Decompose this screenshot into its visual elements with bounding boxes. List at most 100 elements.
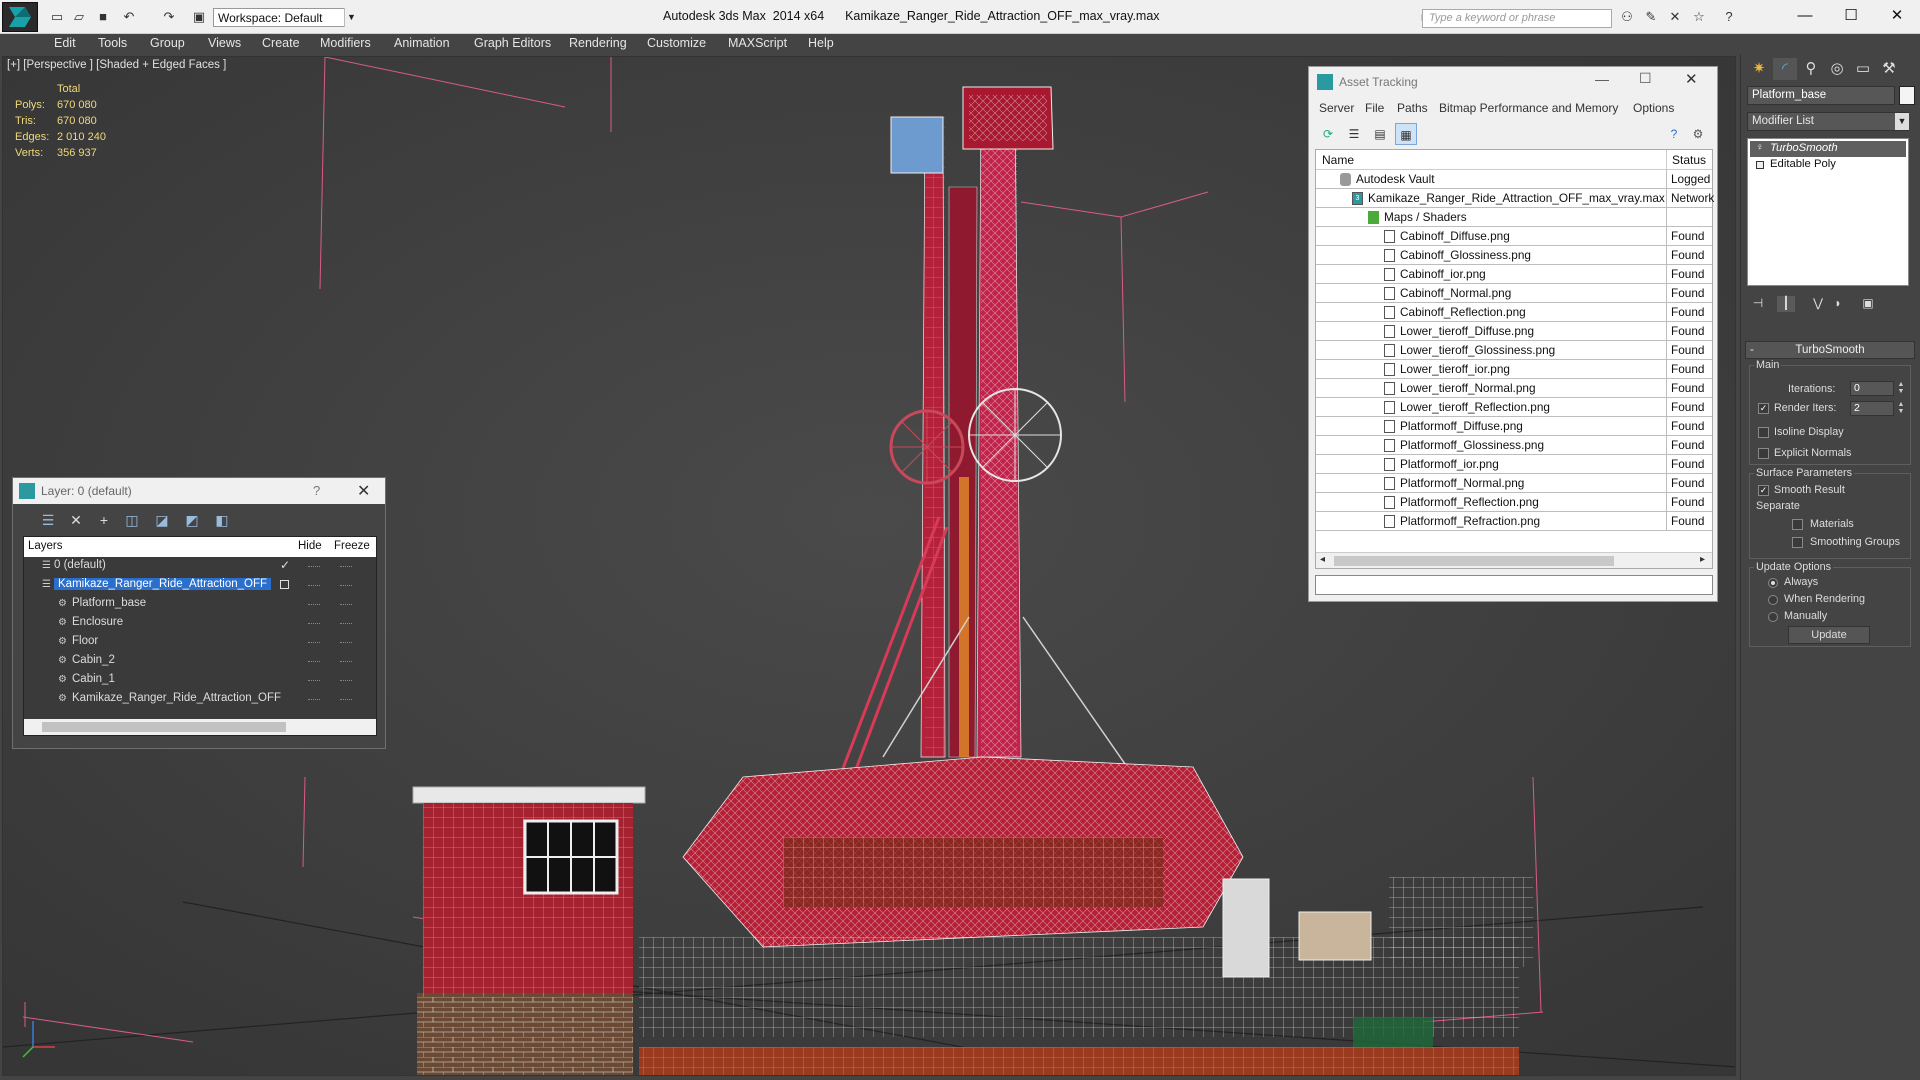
asset-row[interactable]: Platformoff_ior.png Found xyxy=(1316,455,1712,474)
menu-create[interactable]: Create xyxy=(262,36,300,50)
asset-menu-bitmap-performance[interactable]: Bitmap Performance and Memory xyxy=(1439,101,1618,115)
smooth-result-checkbox[interactable]: ✓ xyxy=(1758,485,1769,496)
project-folder-icon[interactable]: ▣ xyxy=(190,9,208,25)
column-hide[interactable]: Hide xyxy=(298,540,322,552)
menu-help[interactable]: Help xyxy=(808,36,834,50)
scroll-left-icon[interactable]: ◂ xyxy=(1320,554,1325,565)
materials-checkbox[interactable] xyxy=(1792,519,1803,530)
utilities-tab-icon[interactable]: ⚒ xyxy=(1877,58,1901,80)
chevron-down-icon[interactable]: ▼ xyxy=(344,8,358,27)
active-layer-check-icon[interactable]: ✓ xyxy=(280,558,290,572)
hide-toggle[interactable] xyxy=(308,699,320,700)
display-tab-icon[interactable]: ▭ xyxy=(1851,58,1875,80)
new-file-icon[interactable]: ▭ xyxy=(48,9,66,25)
table-view-icon[interactable]: ▤ xyxy=(1369,123,1391,145)
object-color-swatch[interactable] xyxy=(1899,86,1915,105)
spinner-arrows-icon[interactable]: ▲ ▼ xyxy=(1896,381,1906,396)
menu-graph-editors[interactable]: Graph Editors xyxy=(474,36,551,50)
column-layers[interactable]: Layers xyxy=(28,540,63,552)
menu-modifiers[interactable]: Modifiers xyxy=(320,36,371,50)
redo-icon[interactable]: ↷ xyxy=(160,9,178,25)
layer-horizontal-scrollbar[interactable] xyxy=(24,719,376,735)
delete-layer-icon[interactable]: ✕ xyxy=(65,510,87,530)
asset-row[interactable]: Lower_tieroff_ior.png Found xyxy=(1316,360,1712,379)
communication-icon[interactable]: ✎ xyxy=(1642,9,1660,25)
layer-row[interactable]: ☰ 0 (default) ✓ xyxy=(24,557,376,576)
scroll-right-icon[interactable]: ▸ xyxy=(1700,554,1705,565)
layer-row[interactable]: ⚙ Kamikaze_Ranger_Ride_Attraction_OFF xyxy=(24,690,376,709)
menu-animation[interactable]: Animation xyxy=(394,36,450,50)
close-button[interactable]: ✕ xyxy=(1874,4,1920,28)
search-input[interactable]: Type a keyword or phrase xyxy=(1422,9,1612,28)
layer-row[interactable]: ⚙ Cabin_1 xyxy=(24,671,376,690)
add-layer-icon[interactable]: + xyxy=(93,510,115,530)
render-iters-checkbox[interactable]: ✓ xyxy=(1758,403,1769,414)
list-view-icon[interactable]: ☰ xyxy=(1343,123,1365,145)
layer-row[interactable]: ⚙ Floor xyxy=(24,633,376,652)
workspace-dropdown[interactable]: Workspace: Default xyxy=(213,8,358,27)
hide-toggle[interactable] xyxy=(308,680,320,681)
layer-row[interactable]: ⚙ Enclosure xyxy=(24,614,376,633)
layer-row[interactable]: ⚙ Platform_base xyxy=(24,595,376,614)
asset-path-field[interactable] xyxy=(1315,575,1713,595)
favorites-star-icon[interactable]: ☆ xyxy=(1690,9,1708,25)
hide-all-layers-icon[interactable]: ◩ xyxy=(181,510,203,530)
asset-row[interactable]: Platformoff_Reflection.png Found xyxy=(1316,493,1712,512)
asset-row[interactable]: Cabinoff_Normal.png Found xyxy=(1316,284,1712,303)
spinner-arrows-icon[interactable]: ▲ ▼ xyxy=(1896,401,1906,416)
smoothing-groups-checkbox[interactable] xyxy=(1792,537,1803,548)
asset-menu-options[interactable]: Options xyxy=(1633,101,1674,115)
select-in-layer-icon[interactable]: ◫ xyxy=(121,510,143,530)
hide-toggle[interactable] xyxy=(308,566,320,567)
freeze-toggle[interactable] xyxy=(340,604,352,605)
asset-row[interactable]: Cabinoff_Glossiness.png Found xyxy=(1316,246,1712,265)
column-status[interactable]: Status xyxy=(1672,153,1706,167)
when-rendering-radio[interactable] xyxy=(1768,595,1778,605)
manually-radio[interactable] xyxy=(1768,612,1778,622)
collapse-icon[interactable]: - xyxy=(1750,342,1754,358)
open-file-icon[interactable]: ▱ xyxy=(70,9,88,25)
minimize-button[interactable]: — xyxy=(1595,71,1609,87)
remove-modifier-icon[interactable]: ◗ xyxy=(1829,296,1847,312)
layer-stack-icon[interactable]: ☰ xyxy=(37,510,59,530)
show-end-result-icon[interactable]: ┃ xyxy=(1777,296,1795,312)
maximize-button[interactable]: ☐ xyxy=(1828,4,1874,28)
menu-tools[interactable]: Tools xyxy=(98,36,127,50)
menu-rendering[interactable]: Rendering xyxy=(569,36,627,50)
freeze-toggle[interactable] xyxy=(340,661,352,662)
asset-row[interactable]: 3 Kamikaze_Ranger_Ride_Attraction_OFF_max… xyxy=(1316,189,1714,208)
maximize-button[interactable]: ☐ xyxy=(1639,70,1652,87)
save-file-icon[interactable]: ■ xyxy=(94,9,112,25)
menu-group[interactable]: Group xyxy=(150,36,185,50)
always-radio[interactable] xyxy=(1768,578,1778,588)
column-freeze[interactable]: Freeze xyxy=(334,540,370,552)
refresh-icon[interactable]: ⟳ xyxy=(1317,123,1339,145)
asset-row[interactable]: Cabinoff_Reflection.png Found xyxy=(1316,303,1712,322)
expand-plus-icon[interactable] xyxy=(1756,161,1764,169)
help-button[interactable]: ? xyxy=(313,483,320,498)
configure-modifier-sets-icon[interactable]: ▣ xyxy=(1859,296,1877,312)
scrollbar-thumb[interactable] xyxy=(1334,556,1614,566)
scrollbar-thumb[interactable] xyxy=(42,722,286,732)
minimize-button[interactable]: — xyxy=(1782,4,1828,28)
modifier-list-dropdown[interactable]: Modifier List xyxy=(1747,112,1909,131)
freeze-toggle[interactable] xyxy=(340,585,352,586)
close-button[interactable]: ✕ xyxy=(1685,70,1698,88)
isoline-display-checkbox[interactable] xyxy=(1758,427,1769,438)
lightbulb-icon[interactable]: ♀ xyxy=(1756,142,1764,153)
stack-item-editable-poly[interactable]: Editable Poly xyxy=(1750,157,1906,173)
app-menu-button[interactable] xyxy=(2,2,38,32)
explicit-normals-checkbox[interactable] xyxy=(1758,448,1769,459)
help-icon[interactable]: ? xyxy=(1663,123,1685,145)
freeze-toggle[interactable] xyxy=(340,623,352,624)
settings-icon[interactable]: ⚙ xyxy=(1687,123,1709,145)
freeze-toggle[interactable] xyxy=(340,699,352,700)
menu-views[interactable]: Views xyxy=(208,36,241,50)
object-name-field[interactable]: Platform_base xyxy=(1747,86,1895,105)
column-separator[interactable] xyxy=(1666,150,1667,170)
hierarchy-tab-icon[interactable]: ⚲ xyxy=(1799,58,1823,80)
layer-dialog-titlebar[interactable]: Layer: 0 (default) ? ✕ xyxy=(13,478,385,504)
asset-row[interactable]: Platformoff_Normal.png Found xyxy=(1316,474,1712,493)
menu-customize[interactable]: Customize xyxy=(647,36,706,50)
asset-menu-server[interactable]: Server xyxy=(1319,101,1354,115)
